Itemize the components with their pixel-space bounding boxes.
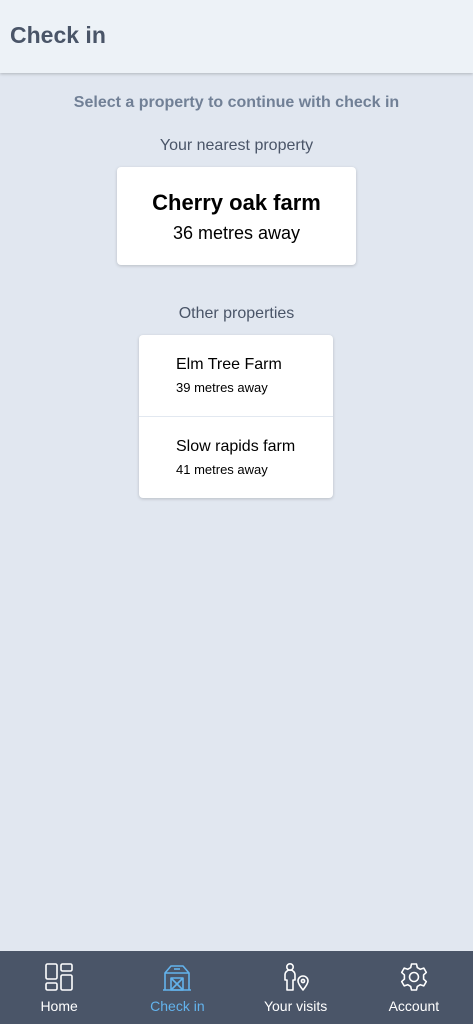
nearest-property-distance: 36 metres away (172, 223, 301, 243)
grid-icon (45, 963, 73, 991)
nav-item-your-visits[interactable]: Your visits (237, 951, 355, 1024)
property-name: Slow rapids farm (176, 438, 296, 455)
instruction-text: Select a property to continue with check… (73, 94, 400, 111)
other-properties-list: Elm Tree Farm 39 metres away Slow rapids… (139, 335, 333, 498)
nav-item-check-in[interactable]: Check in (118, 951, 236, 1024)
property-distance: 41 metres away (176, 462, 268, 477)
nav-item-account[interactable]: Account (355, 951, 473, 1024)
property-name: Elm Tree Farm (176, 356, 282, 373)
property-distance: 39 metres away (176, 380, 268, 395)
barn-icon (163, 965, 192, 991)
gear-icon (400, 963, 427, 991)
nearest-property-card[interactable]: Cherry oak farm 36 metres away (117, 167, 356, 265)
other-properties-label: Other properties (178, 305, 295, 322)
nav-label: Account (388, 998, 440, 1014)
app-header: Check in (0, 0, 473, 73)
person-location-icon (283, 962, 309, 991)
nearest-property-name: Cherry oak farm (152, 190, 321, 215)
nav-item-home[interactable]: Home (0, 951, 118, 1024)
nearest-property-label: Your nearest property (159, 137, 314, 154)
nav-label: Your visits (263, 998, 328, 1014)
nav-label: Home (40, 998, 78, 1014)
property-item-slow-rapids-farm[interactable]: Slow rapids farm 41 metres away (139, 416, 333, 497)
nav-label: Check in (150, 998, 205, 1014)
page-title: Check in (10, 22, 106, 48)
bottom-navigation: Home Check in Your visits Account (0, 951, 473, 1024)
property-item-elm-tree-farm[interactable]: Elm Tree Farm 39 metres away (139, 335, 333, 416)
